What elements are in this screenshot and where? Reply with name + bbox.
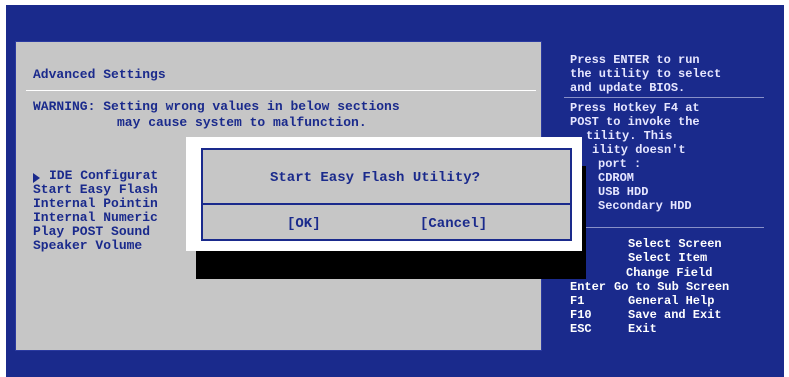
panel-title: Advanced Settings (33, 67, 166, 82)
help-line: Press ENTER to run (570, 53, 700, 67)
warning-line-1: WARNING: Setting wrong values in below s… (33, 99, 400, 114)
help-line: Secondary HDD (598, 199, 692, 213)
help-line: Press Hotkey F4 at (570, 101, 700, 115)
key-label-f10: F10 (570, 308, 592, 322)
key-label-enter: Enter (570, 280, 607, 294)
key-desc-exit: Exit (628, 322, 657, 336)
top-bar (6, 5, 784, 31)
key-label-f1: F1 (570, 294, 585, 308)
menu-item-start-easy-flash[interactable]: Start Easy Flash (33, 182, 158, 197)
key-desc-change-field: Change Field (626, 266, 713, 280)
key-desc-select-item: Select Item (628, 251, 708, 265)
confirm-dialog: Start Easy Flash Utility? [OK] [Cancel] (201, 148, 572, 241)
help-divider (564, 97, 764, 98)
help-line: port : (598, 157, 642, 171)
help-panel: Press ENTER to run the utility to select… (554, 41, 776, 349)
key-desc-sub-screen: Go to Sub Screen (614, 280, 730, 294)
warning-line-2: may cause system to malfunction. (117, 115, 367, 130)
cancel-button[interactable]: [Cancel] (420, 216, 487, 232)
menu-item-speaker-volume[interactable]: Speaker Volume (33, 238, 142, 253)
help-line: CDROM (598, 171, 635, 185)
help-line: POST to invoke the (570, 115, 700, 129)
dialog-divider (203, 203, 570, 205)
dialog-message: Start Easy Flash Utility? (270, 170, 481, 186)
key-desc-save-exit: Save and Exit (628, 308, 722, 322)
menu-item-play-post-sound[interactable]: Play POST Sound (33, 224, 150, 239)
key-label-esc: ESC (570, 322, 592, 336)
menu-item-internal-numeric[interactable]: Internal Numeric (33, 210, 158, 225)
menu-item-internal-pointing[interactable]: Internal Pointin (33, 196, 158, 211)
help-line: and update BIOS. (570, 81, 686, 95)
menu-item-ide-configuration[interactable]: IDE Configurat (49, 168, 158, 183)
ok-button[interactable]: [OK] (287, 216, 321, 232)
keys-divider (564, 227, 764, 228)
help-line: the utility to select (570, 67, 722, 81)
bottom-bar (6, 357, 784, 377)
key-desc-general-help: General Help (628, 294, 715, 308)
help-line: USB HDD (598, 185, 649, 199)
key-desc-select-screen: Select Screen (628, 237, 722, 251)
divider (26, 90, 536, 91)
help-line: tility. This (586, 129, 673, 143)
help-line: ility doesn't (592, 143, 686, 157)
